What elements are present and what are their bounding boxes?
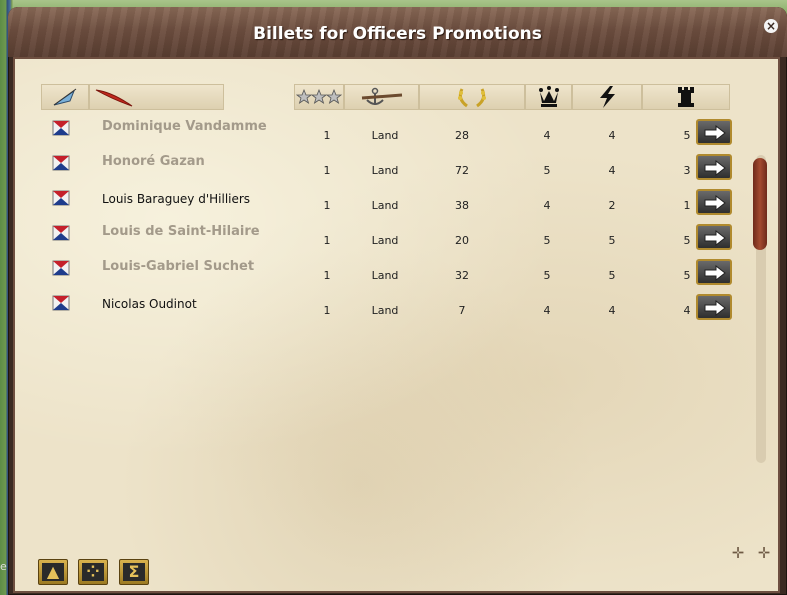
officer-score-cell: 7 xyxy=(458,304,466,317)
arrow-right-icon xyxy=(704,195,726,211)
officer-name: Nicolas Oudinot xyxy=(102,297,197,311)
officer-name: Honoré Gazan xyxy=(102,154,205,169)
formation-icon: ⁘ xyxy=(82,563,104,581)
officer-stat1-cell: 5 xyxy=(543,269,551,282)
officer-rank-cell: 1 xyxy=(323,234,331,247)
officer-stat1-cell: 5 xyxy=(543,164,551,177)
hat-button[interactable]: ▲ xyxy=(38,559,68,585)
officer-name: Louis Baraguey d'Hilliers xyxy=(102,192,251,206)
officer-branch-cell: Land xyxy=(371,304,399,317)
resize-grip-icon[interactable]: ✛ xyxy=(728,543,748,563)
officer-score-cell: 28 xyxy=(455,129,469,142)
rook-chess-icon xyxy=(678,87,694,107)
officer-branch-cell: Land xyxy=(371,129,399,142)
french-flag-icon xyxy=(52,155,70,171)
officer-name: Louis de Saint-Hilaire xyxy=(102,224,260,239)
officer-row[interactable]: Louis de Saint-Hilaire 1 Land 20 5 5 5 xyxy=(42,223,742,253)
officer-stat1-cell: 4 xyxy=(543,129,551,142)
window-title-bar[interactable]: Billets for Officers Promotions × xyxy=(8,7,787,57)
officer-rank-cell: 1 xyxy=(323,269,331,282)
officer-score-cell: 32 xyxy=(455,269,469,282)
officer-row[interactable]: Louis-Gabriel Suchet 1 Land 32 5 5 5 xyxy=(42,258,742,288)
french-flag-icon xyxy=(52,225,70,241)
officer-branch-cell: Land xyxy=(371,269,399,282)
column-header-stat2[interactable] xyxy=(572,84,642,110)
officer-stat1-cell: 5 xyxy=(543,234,551,247)
scrollbar-thumb[interactable] xyxy=(753,158,767,250)
arrow-right-icon xyxy=(704,265,726,281)
officer-branch-cell: Land xyxy=(371,234,399,247)
close-button[interactable]: × xyxy=(764,19,778,33)
window-title: Billets for Officers Promotions xyxy=(253,24,542,44)
officer-stat2-cell: 4 xyxy=(608,129,616,142)
officer-stat2-cell: 4 xyxy=(608,304,616,317)
column-header-branch[interactable] xyxy=(344,84,419,110)
promote-arrow-button[interactable] xyxy=(696,189,732,215)
hat-icon: ▲ xyxy=(42,563,64,581)
sigma-button[interactable]: Σ xyxy=(119,559,149,585)
resize-grip-icon[interactable]: ✛ xyxy=(754,543,774,563)
officer-rank-cell: 1 xyxy=(323,199,331,212)
lightning-icon xyxy=(600,86,615,108)
officer-stat1-cell: 4 xyxy=(543,304,551,317)
three-stars-icon xyxy=(296,89,342,104)
french-flag-icon xyxy=(52,295,70,311)
officer-stat2-cell: 4 xyxy=(608,164,616,177)
officer-branch-cell: Land xyxy=(371,164,399,177)
column-header-score[interactable] xyxy=(419,84,525,110)
formation-button[interactable]: ⁘ xyxy=(78,559,108,585)
officer-stat2-cell: 5 xyxy=(608,269,616,282)
officer-rank-cell: 1 xyxy=(323,164,331,177)
french-flag-icon xyxy=(52,190,70,206)
red-feather-icon xyxy=(95,89,133,107)
french-flag-icon xyxy=(52,260,70,276)
column-header-stat3[interactable] xyxy=(642,84,730,110)
promote-arrow-button[interactable] xyxy=(696,259,732,285)
arrow-right-icon xyxy=(704,160,726,176)
column-header-name[interactable] xyxy=(89,84,224,110)
officer-row[interactable]: Dominique Vandamme 1 Land 28 4 4 5 xyxy=(42,118,742,148)
promote-arrow-button[interactable] xyxy=(696,119,732,145)
arrow-right-icon xyxy=(704,300,726,316)
anchor-musket-icon xyxy=(361,87,402,105)
laurel-wreath-icon xyxy=(458,88,486,108)
map-edge-text: e xyxy=(0,560,7,573)
promote-arrow-button[interactable] xyxy=(696,224,732,250)
promote-arrow-button[interactable] xyxy=(696,154,732,180)
arrow-right-icon xyxy=(704,125,726,141)
officer-row[interactable]: Nicolas Oudinot 1 Land 7 4 4 4 xyxy=(42,293,742,323)
officer-row[interactable]: Honoré Gazan 1 Land 72 5 4 3 xyxy=(42,153,742,183)
column-header-flag[interactable] xyxy=(41,84,89,110)
officer-stat2-cell: 5 xyxy=(608,234,616,247)
queen-chess-icon xyxy=(538,86,559,107)
officer-score-cell: 38 xyxy=(455,199,469,212)
officer-row[interactable]: Louis Baraguey d'Hilliers 1 Land 38 4 2 1 xyxy=(42,188,742,218)
officer-stat2-cell: 2 xyxy=(608,199,616,212)
officer-score-cell: 20 xyxy=(455,234,469,247)
officer-name: Dominique Vandamme xyxy=(102,119,267,134)
column-header-rank[interactable] xyxy=(294,84,344,110)
officer-rank-cell: 1 xyxy=(323,129,331,142)
sigma-icon: Σ xyxy=(123,563,145,581)
officer-rank-cell: 1 xyxy=(323,304,331,317)
officer-name: Louis-Gabriel Suchet xyxy=(102,259,255,274)
column-header-stat1[interactable] xyxy=(525,84,572,110)
french-flag-icon xyxy=(52,120,70,136)
quill-blue-icon xyxy=(53,88,77,106)
officer-branch-cell: Land xyxy=(371,199,399,212)
officer-stat1-cell: 4 xyxy=(543,199,551,212)
arrow-right-icon xyxy=(704,230,726,246)
officer-score-cell: 72 xyxy=(455,164,469,177)
promote-arrow-button[interactable] xyxy=(696,294,732,320)
